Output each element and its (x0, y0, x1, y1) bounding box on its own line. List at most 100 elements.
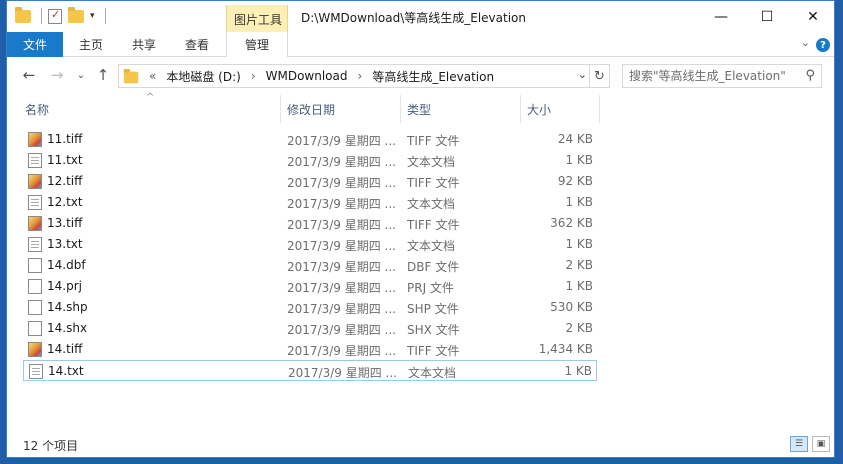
breadcrumb-separator[interactable]: › (251, 69, 256, 83)
tab-file[interactable]: 文件 (7, 32, 63, 57)
details-view-icon[interactable]: ☰ (790, 436, 808, 452)
up-button[interactable]: ↑ (93, 65, 113, 85)
table-row[interactable]: 13.txt 2017/3/9 星期四 ... 文本文档 1 KB (23, 234, 597, 255)
file-name: 12.txt (47, 195, 83, 209)
close-button[interactable]: ✕ (790, 1, 836, 32)
file-type: TIFF 文件 (407, 134, 460, 148)
text-file-icon (28, 195, 42, 210)
file-date: 2017/3/9 星期四 ... (287, 134, 396, 148)
forward-button[interactable]: → (47, 65, 67, 85)
search-box[interactable]: ⚲ (622, 64, 822, 88)
file-icon (28, 258, 42, 273)
table-row[interactable]: 14.tiff 2017/3/9 星期四 ... TIFF 文件 1,434 KB (23, 339, 597, 360)
tab-home[interactable]: 主页 (79, 32, 103, 57)
table-row[interactable]: 13.tiff 2017/3/9 星期四 ... TIFF 文件 362 KB (23, 213, 597, 234)
folder-icon[interactable] (15, 6, 31, 23)
file-date: 2017/3/9 星期四 ... (287, 281, 396, 295)
file-type: PRJ 文件 (407, 281, 454, 295)
table-row[interactable]: 14.shx 2017/3/9 星期四 ... SHX 文件 2 KB (23, 318, 597, 339)
maximize-button[interactable]: ☐ (744, 1, 790, 32)
text-file-icon (29, 364, 43, 379)
column-divider[interactable] (280, 95, 281, 123)
text-file-icon (28, 153, 42, 168)
refresh-button[interactable]: ↻ (589, 65, 609, 87)
file-name: 13.tiff (47, 216, 83, 230)
breadcrumb-current-folder[interactable]: 等高线生成_Elevation (372, 68, 494, 85)
table-row[interactable]: 14.dbf 2017/3/9 星期四 ... DBF 文件 2 KB (23, 255, 597, 276)
table-row[interactable]: 11.txt 2017/3/9 星期四 ... 文本文档 1 KB (23, 150, 597, 171)
column-header-type[interactable]: 类型 (407, 95, 520, 123)
file-size: 2 KB (565, 258, 593, 272)
file-size: 362 KB (550, 216, 593, 230)
table-row[interactable]: 11.tiff 2017/3/9 星期四 ... TIFF 文件 24 KB (23, 129, 597, 150)
search-input[interactable] (623, 65, 793, 87)
file-date: 2017/3/9 星期四 ... (287, 239, 396, 253)
address-bar[interactable]: « 本地磁盘 (D:) › WMDownload › 等高线生成_Elevati… (118, 64, 610, 88)
table-row[interactable]: 12.tiff 2017/3/9 星期四 ... TIFF 文件 92 KB (23, 171, 597, 192)
file-name: 13.txt (47, 237, 83, 251)
image-icon (28, 342, 42, 357)
image-icon (28, 174, 42, 189)
file-icon (28, 300, 42, 315)
search-icon[interactable]: ⚲ (805, 68, 815, 83)
file-date: 2017/3/9 星期四 ... (287, 197, 396, 211)
folder-icon (123, 68, 139, 84)
file-date: 2017/3/9 星期四 ... (287, 323, 396, 337)
tab-share[interactable]: 共享 (132, 32, 156, 57)
column-divider[interactable] (520, 95, 521, 123)
table-row[interactable]: 14.prj 2017/3/9 星期四 ... PRJ 文件 1 KB (23, 276, 597, 297)
file-type: 文本文档 (408, 366, 457, 380)
file-size: 24 KB (557, 132, 593, 146)
table-row[interactable]: 14.txt 2017/3/9 星期四 ... 文本文档 1 KB (23, 360, 597, 381)
tab-manage[interactable]: 管理 (226, 32, 288, 57)
breadcrumb-wmdownload[interactable]: WMDownload (266, 69, 348, 83)
minimize-button[interactable]: — (698, 1, 744, 32)
file-size: 530 KB (550, 300, 593, 314)
image-icon (28, 132, 42, 147)
properties-icon[interactable] (48, 8, 62, 24)
new-folder-icon[interactable] (68, 6, 84, 23)
column-divider[interactable] (400, 95, 401, 123)
recent-locations-button[interactable]: ⌄ (71, 65, 91, 85)
file-size: 1 KB (565, 153, 593, 167)
file-type: TIFF 文件 (407, 218, 460, 232)
column-header-size[interactable]: 大小 (527, 95, 599, 123)
breadcrumb-overflow[interactable]: « (149, 69, 156, 83)
column-header-name[interactable]: 名称 (25, 95, 280, 123)
back-button[interactable]: ← (19, 65, 39, 85)
picture-tools-tab[interactable]: 图片工具 (226, 5, 288, 32)
file-icon (28, 321, 42, 336)
tab-view[interactable]: 查看 (185, 32, 209, 57)
file-name: 14.shx (47, 321, 88, 335)
file-name: 11.txt (47, 153, 83, 167)
collapse-ribbon-icon[interactable]: ⌄ (801, 36, 810, 49)
file-date: 2017/3/9 星期四 ... (287, 302, 396, 316)
table-row[interactable]: 12.txt 2017/3/9 星期四 ... 文本文档 1 KB (23, 192, 597, 213)
column-header-date[interactable]: 修改日期 (287, 95, 400, 123)
ribbon-tabs: 文件 主页 共享 查看 管理 ⌄ ? (7, 32, 834, 57)
help-icon[interactable]: ? (816, 38, 830, 52)
file-date: 2017/3/9 星期四 ... (287, 218, 396, 232)
large-icons-view-icon[interactable]: ▣ (812, 436, 830, 452)
file-name: 14.txt (48, 364, 84, 378)
divider (41, 8, 42, 24)
file-date: 2017/3/9 星期四 ... (287, 344, 396, 358)
file-date: 2017/3/9 星期四 ... (287, 155, 396, 169)
column-divider[interactable] (599, 95, 600, 123)
explorer-window: ▾ 图片工具 D:\WMDownload\等高线生成_Elevation — ☐… (6, 0, 835, 458)
file-size: 1 KB (565, 195, 593, 209)
breadcrumb-separator[interactable]: › (358, 69, 363, 83)
file-icon (28, 279, 42, 294)
file-type: TIFF 文件 (407, 176, 460, 190)
customize-toolbar-icon[interactable]: ▾ (90, 11, 95, 21)
file-size: 1,434 KB (538, 342, 593, 356)
file-name: 14.tiff (47, 342, 83, 356)
file-date: 2017/3/9 星期四 ... (287, 260, 396, 274)
file-type: SHX 文件 (407, 323, 460, 337)
breadcrumb-drive[interactable]: 本地磁盘 (D:) (166, 68, 240, 85)
picture-tools-label: 图片工具 (234, 13, 283, 27)
status-bar: 12 个项目 ☰ ▣ (7, 431, 834, 457)
address-dropdown-icon[interactable]: ⌄ (578, 68, 587, 81)
table-row[interactable]: 14.shp 2017/3/9 星期四 ... SHP 文件 530 KB (23, 297, 597, 318)
file-name: 12.tiff (47, 174, 83, 188)
